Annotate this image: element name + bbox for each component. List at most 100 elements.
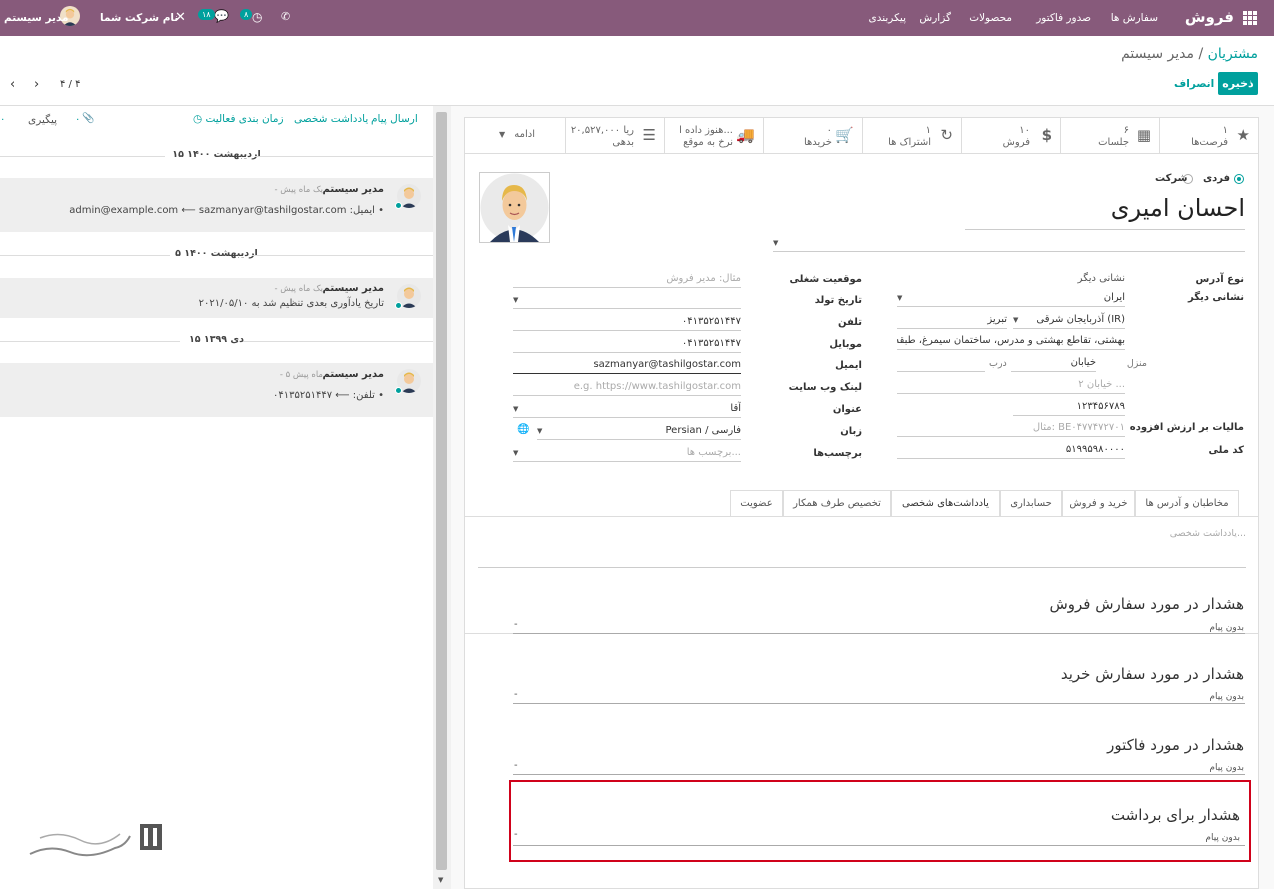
email-field[interactable]: sazmanyar@tashilgostar.com	[513, 356, 741, 374]
stat-value: ۱	[925, 125, 931, 136]
pager-next-icon[interactable]: ›	[34, 77, 39, 92]
menu-reporting[interactable]: گزارش	[919, 12, 951, 24]
chat-icon[interactable]: 💬	[214, 9, 229, 23]
menu-configuration[interactable]: پیکربندی	[868, 12, 906, 24]
tab-internal-notes[interactable]: یادداشت‌های شخصی	[891, 490, 1000, 517]
tab-accounting[interactable]: حسابداری	[1000, 490, 1062, 517]
stat-more-button[interactable]: ادامه ▼	[465, 118, 565, 153]
tab-sales-purchase[interactable]: خرید و فروش	[1062, 490, 1135, 517]
watermark-logo	[20, 816, 170, 866]
stat-sales[interactable]: $ ۱۰ فروش	[961, 118, 1060, 153]
internal-notes-field[interactable]: یادداشت شخصی...	[478, 528, 1246, 568]
door-field[interactable]	[897, 354, 985, 372]
stat-due[interactable]: ☰ ۲۰,۵۲۷,۰۰۰ ریا بدهی	[565, 118, 664, 153]
street-field[interactable]: بهشتی، تقاطع بهشتی و مدرس، ساختمان سیمرغ…	[897, 332, 1125, 350]
divider	[255, 156, 433, 157]
menu-orders[interactable]: سفارش ها	[1111, 12, 1158, 24]
divider	[243, 341, 433, 342]
national-code-field[interactable]: ۵۱۹۹۵۹۸۰۰۰۰	[897, 441, 1125, 459]
mobile-field[interactable]: ۰۴۱۳۵۲۵۱۴۴۷	[513, 335, 741, 353]
state-field[interactable]: ▼ آذربایجان شرقی (IR)	[1013, 311, 1125, 329]
discard-button[interactable]: انصراف	[1174, 78, 1214, 90]
chatter-message: مدیر سیستم - ۵ ماه پیش • تلفن: ⟵ ۰۴۱۳۵۲۵…	[0, 363, 433, 417]
online-status-icon	[395, 202, 402, 209]
save-button[interactable]: ذخیره	[1218, 72, 1258, 95]
address-type-field[interactable]: نشانی دیگر	[897, 270, 1125, 288]
top-navbar: فروش سفارش ها صدور فاکتور محصولات گزارش …	[0, 0, 1274, 36]
parent-company-field[interactable]: ▼	[773, 234, 1245, 252]
pager-prev-icon[interactable]: ‹	[10, 77, 15, 92]
message-author[interactable]: مدیر سیستم	[323, 184, 384, 195]
zip-field[interactable]: ۱۲۳۴۵۶۷۸۹	[1013, 398, 1125, 416]
stat-subscriptions[interactable]: ↻ ۱ اشتراک ها	[862, 118, 961, 153]
individual-radio[interactable]	[1234, 174, 1244, 184]
globe-icon[interactable]: 🌐	[517, 424, 529, 435]
paperclip-icon[interactable]: 📎	[82, 113, 94, 124]
message-body: • ایمیل: admin@example.com ⟵ sazmanyar@t…	[69, 205, 384, 216]
invoice-warning-value[interactable]: -	[514, 760, 518, 771]
list-icon: ☰	[642, 126, 656, 144]
language-field[interactable]: ▼ Persian / فارسی	[537, 422, 741, 440]
apps-menu-icon[interactable]	[1243, 11, 1257, 25]
stat-purchases[interactable]: 🛒 ۰ خریدها	[763, 118, 862, 153]
street2-field[interactable]: خیابان ۲ ...	[897, 376, 1125, 394]
scroll-down-icon[interactable]: ▼	[438, 876, 443, 884]
divider	[0, 341, 180, 342]
individual-label[interactable]: فردی	[1203, 173, 1230, 184]
job-position-label: موقعیت شغلی	[789, 274, 862, 285]
phone-field[interactable]: ۰۴۱۳۵۲۵۱۴۴۷	[513, 313, 741, 331]
language-label: زبان	[840, 426, 862, 437]
website-field[interactable]: e.g. https://www.tashilgostar.com	[513, 378, 741, 396]
divider	[0, 156, 165, 157]
partner-image[interactable]	[479, 172, 550, 243]
company-label[interactable]: شرکت	[1155, 173, 1187, 184]
close-icon[interactable]: ✕	[175, 10, 186, 25]
zip-value: ۱۲۳۴۵۶۷۸۹	[1076, 401, 1125, 412]
picking-warning-value[interactable]: -	[514, 829, 518, 840]
chatter-scrollbar[interactable]: ▼	[433, 106, 451, 889]
attachments-count[interactable]: ۰	[75, 114, 80, 125]
country-field[interactable]: ▼ ایران	[897, 289, 1125, 307]
tab-membership[interactable]: عضویت	[730, 490, 783, 517]
breadcrumb-parent[interactable]: مشتریان	[1208, 46, 1258, 62]
scrollbar-thumb[interactable]	[436, 112, 447, 870]
title-field[interactable]: ▼ آقا	[513, 400, 741, 418]
pager-value[interactable]: ۴ / ۴	[60, 79, 80, 90]
tags-field[interactable]: ▼ برچسب ها...	[513, 444, 741, 462]
company-switcher[interactable]: نام شرکت شما	[100, 12, 178, 24]
stat-label: اشتراک ها	[888, 137, 931, 148]
house-field[interactable]: خیابان	[1011, 354, 1096, 372]
sale-warning-value[interactable]: -	[514, 619, 518, 630]
followers-count[interactable]: ۰	[0, 114, 5, 125]
user-name[interactable]: مدیر سیستم	[4, 12, 69, 24]
stat-opportunities[interactable]: ★ ۱ فرصت‌ها	[1159, 118, 1258, 153]
message-time: - یک ماه پیش	[274, 284, 323, 294]
stat-meetings[interactable]: ▦ ۶ جلسات	[1060, 118, 1159, 153]
email-value: sazmanyar@tashilgostar.com	[593, 359, 741, 370]
job-position-field[interactable]: مثال: مدیر فروش	[513, 270, 741, 288]
menu-products[interactable]: محصولات	[969, 12, 1012, 24]
caret-down-icon: ▼	[513, 449, 519, 457]
stat-value: ۲۰,۵۲۷,۰۰۰ ریا	[570, 125, 634, 136]
menu-invoicing[interactable]: صدور فاکتور	[1036, 12, 1091, 24]
clock-icon[interactable]: ◷	[252, 10, 262, 24]
city-field[interactable]: تبریز	[897, 311, 1007, 329]
phone-icon[interactable]: ✆	[281, 10, 290, 23]
app-name[interactable]: فروش	[1185, 8, 1234, 26]
vat-field[interactable]: مثال: BE۰۴۷۷۴۷۲۷۰۱	[897, 419, 1125, 437]
message-author[interactable]: مدیر سیستم	[323, 283, 384, 294]
message-author[interactable]: مدیر سیستم	[323, 369, 384, 380]
divider	[252, 255, 433, 256]
log-note-button[interactable]: یادداشت شخصی	[294, 113, 368, 125]
schedule-activity-button[interactable]: ◷ زمان بندی فعالیت	[193, 113, 284, 125]
website-label: لینک وب سایت	[788, 382, 862, 393]
follow-button[interactable]: پیگیری	[28, 114, 57, 126]
birthday-field[interactable]: ▼	[513, 291, 741, 309]
purchase-warning-value[interactable]: -	[514, 689, 518, 700]
activities-badge: ۸	[240, 9, 253, 20]
stat-on-time-rate[interactable]: 🚚 هنوز داده ا... نرخ به موقع	[664, 118, 763, 153]
partner-name-field[interactable]: احسان امیری	[965, 194, 1245, 230]
tab-partner-assignment[interactable]: تخصیص طرف همکار	[783, 490, 891, 517]
tab-contacts-addresses[interactable]: مخاطبان و آدرس ها	[1135, 490, 1239, 517]
send-message-button[interactable]: ارسال پیام	[371, 113, 418, 125]
